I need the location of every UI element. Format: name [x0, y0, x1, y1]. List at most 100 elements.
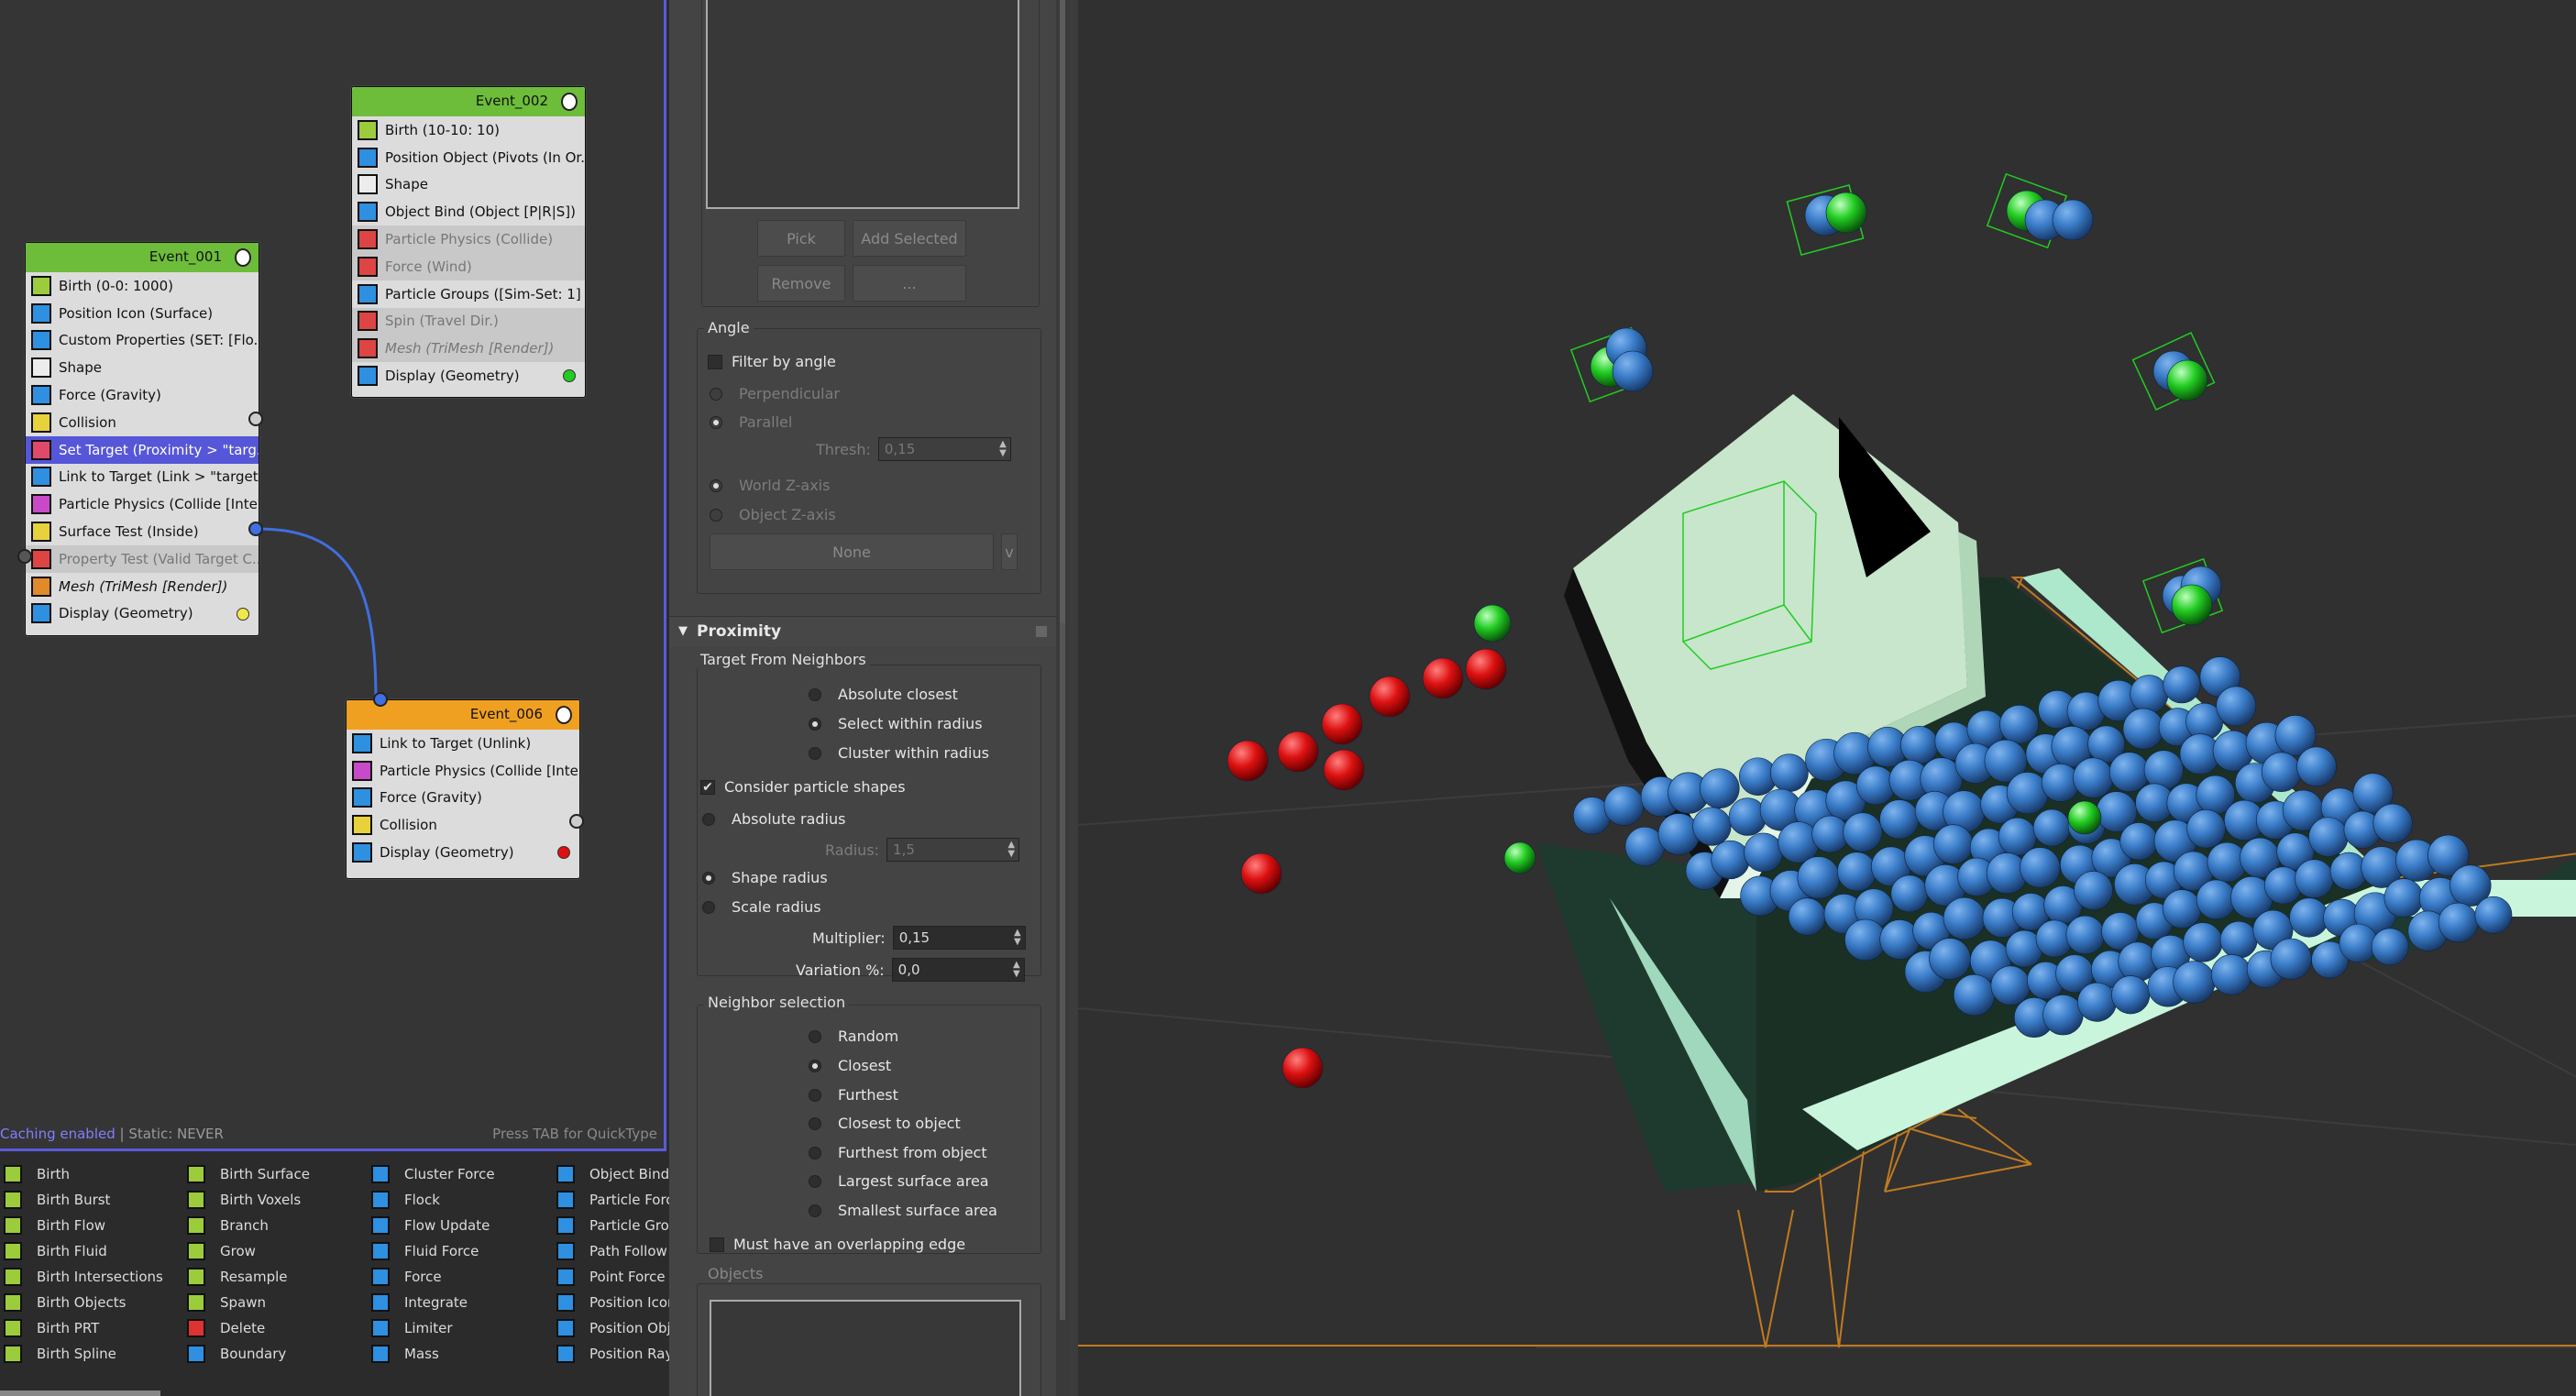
- event-001-node[interactable]: Event_001 Birth (0-0: 1000) Position Ico…: [17, 242, 263, 636]
- radius-spinner[interactable]: Radius: 1,5 ▲ ▼: [825, 838, 1020, 862]
- remove-button[interactable]: Remove: [757, 265, 845, 302]
- pick-button[interactable]: Pick: [757, 220, 845, 257]
- depot-item[interactable]: Cluster Force: [371, 1161, 495, 1187]
- particle-flow-graph[interactable]: Event_002 Birth (10-10: 10) Position Obj…: [0, 0, 666, 1151]
- depot-item[interactable]: Flock: [371, 1187, 495, 1213]
- operator-row[interactable]: Particle Groups ([Sim-Set: 1] ...: [352, 280, 585, 308]
- depot-item[interactable]: Birth Spline: [4, 1341, 163, 1367]
- scroll-thumb[interactable]: [1060, 623, 1065, 1320]
- event-002-node[interactable]: Event_002 Birth (10-10: 10) Position Obj…: [351, 86, 586, 398]
- scroll-thumb[interactable]: [1060, 0, 1065, 632]
- operator-row[interactable]: Display (Geometry): [26, 600, 259, 628]
- operator-row[interactable]: Force (Gravity): [347, 785, 579, 812]
- display-color-swatch[interactable]: [557, 846, 570, 860]
- depot-item[interactable]: Position Ray: [556, 1341, 669, 1367]
- depot-item[interactable]: Fluid Force: [371, 1238, 495, 1264]
- depot-item[interactable]: Object Bind: [556, 1161, 669, 1187]
- caching-status[interactable]: Caching enabled: [0, 1126, 116, 1142]
- panel-scrollbar[interactable]: [1056, 0, 1069, 1396]
- operator-row[interactable]: Position Object (Pivots (In Or...: [352, 144, 585, 171]
- operator-row[interactable]: Collision: [347, 811, 579, 839]
- thresh-field[interactable]: 0,15 ▲ ▼: [877, 437, 1011, 461]
- depot-item[interactable]: Mass: [371, 1341, 495, 1367]
- operator-row[interactable]: Spin (Travel Dir.): [352, 307, 585, 335]
- depot-item[interactable]: Force: [371, 1264, 495, 1290]
- spinner-arrows-icon[interactable]: ▲ ▼: [1014, 929, 1021, 947]
- operator-row[interactable]: Link to Target (Link > "target"): [26, 464, 259, 491]
- depot-item[interactable]: Path Follow: [556, 1238, 669, 1264]
- depot-item[interactable]: Branch: [187, 1213, 310, 1238]
- object-list[interactable]: [706, 0, 1019, 209]
- smallest-surface-area-radio[interactable]: Smallest surface area: [809, 1202, 997, 1219]
- radius-field[interactable]: 1,5 ▲ ▼: [886, 838, 1020, 862]
- pin-icon[interactable]: [1036, 626, 1047, 637]
- operator-row[interactable]: Display (Geometry): [347, 839, 579, 866]
- operator-row[interactable]: Collision: [26, 409, 259, 436]
- depot-scrollbar[interactable]: [0, 1391, 160, 1396]
- operator-row[interactable]: Custom Properties (SET: [Flo...: [26, 327, 259, 355]
- operator-row[interactable]: Birth (0-0: 1000): [26, 272, 259, 300]
- operator-row[interactable]: Particle Physics (Collide): [352, 225, 585, 253]
- depot-item[interactable]: Point Force: [556, 1264, 669, 1290]
- depot-item[interactable]: Boundary: [187, 1341, 310, 1367]
- operator-row[interactable]: Mesh (TriMesh [Render]): [26, 573, 259, 600]
- bulb-icon[interactable]: [561, 93, 578, 111]
- furthest-radio[interactable]: Furthest: [809, 1086, 898, 1104]
- filter-by-angle-checkbox[interactable]: Filter by angle: [708, 353, 836, 370]
- depot-item[interactable]: Birth Objects: [4, 1290, 163, 1315]
- bulb-icon[interactable]: [556, 706, 572, 724]
- input-port[interactable]: [17, 549, 32, 564]
- spinner-arrows-icon[interactable]: ▲ ▼: [1013, 961, 1020, 979]
- depot-item[interactable]: Birth Surface: [187, 1161, 310, 1187]
- depot-item[interactable]: Birth PRT: [4, 1315, 163, 1341]
- operator-row[interactable]: Property Test (Valid Target C...: [26, 544, 259, 573]
- operator-row[interactable]: Object Bind (Object [P|R|S]): [352, 198, 585, 225]
- operator-row[interactable]: Link to Target (Unlink): [347, 730, 579, 757]
- spinner-arrows-icon[interactable]: ▲ ▼: [1007, 841, 1015, 859]
- variation-field[interactable]: 0,0 ▲ ▼: [891, 958, 1025, 982]
- none-button[interactable]: None: [710, 533, 994, 570]
- absolute-radius-radio[interactable]: Absolute radius: [702, 810, 845, 828]
- perpendicular-radio[interactable]: Perpendicular: [710, 385, 840, 402]
- depot-item[interactable]: Birth Flow: [4, 1213, 163, 1238]
- display-color-swatch[interactable]: [563, 369, 576, 383]
- furthest-from-object-radio[interactable]: Furthest from object: [809, 1144, 987, 1161]
- operator-row[interactable]: Shape: [26, 354, 259, 381]
- operator-row[interactable]: Shape: [352, 171, 585, 199]
- depot-item[interactable]: Birth Voxels: [187, 1187, 310, 1213]
- input-port[interactable]: [373, 692, 388, 707]
- object-list[interactable]: [710, 1300, 1021, 1396]
- output-port[interactable]: [248, 412, 263, 426]
- operator-row[interactable]: Force (Gravity): [26, 381, 259, 409]
- largest-surface-area-radio[interactable]: Largest surface area: [809, 1172, 989, 1190]
- bulb-icon[interactable]: [235, 248, 251, 267]
- object-z-radio[interactable]: Object Z-axis: [710, 506, 836, 523]
- operator-row[interactable]: Particle Physics (Collide [Inte...: [26, 490, 259, 518]
- depot-item[interactable]: Position Icon: [556, 1290, 669, 1315]
- event-001-header[interactable]: Event_001: [26, 243, 259, 272]
- cluster-within-radius-radio[interactable]: Cluster within radius: [809, 744, 989, 762]
- depot-item[interactable]: Particle Grou: [556, 1213, 669, 1238]
- multiplier-field[interactable]: 0,15 ▲ ▼: [892, 926, 1026, 950]
- random-radio[interactable]: Random: [809, 1028, 898, 1045]
- variation-spinner[interactable]: Variation %: 0,0 ▲ ▼: [796, 958, 1025, 982]
- event-006-node[interactable]: Event_006 Link to Target (Unlink) Partic…: [346, 692, 584, 879]
- depot-item[interactable]: Birth Fluid: [4, 1238, 163, 1264]
- world-z-radio[interactable]: World Z-axis: [710, 477, 830, 494]
- output-port[interactable]: [569, 814, 584, 829]
- operator-row[interactable]: Display (Geometry): [352, 362, 585, 390]
- depot-item[interactable]: Birth Intersections: [4, 1264, 163, 1290]
- overlapping-edge-checkbox[interactable]: Must have an overlapping edge: [710, 1236, 965, 1253]
- operator-row[interactable]: Force (Wind): [352, 252, 585, 280]
- depot-item[interactable]: Position Obj: [556, 1315, 669, 1341]
- closest-to-object-radio[interactable]: Closest to object: [809, 1115, 961, 1132]
- select-within-radius-radio[interactable]: Select within radius: [809, 715, 983, 732]
- operator-row[interactable]: Birth (10-10: 10): [352, 116, 585, 144]
- dropdown-button[interactable]: v: [1001, 533, 1018, 570]
- proximity-rollout-header[interactable]: ▼ Proximity: [669, 616, 1056, 647]
- spinner-arrows-icon[interactable]: ▲ ▼: [999, 440, 1007, 458]
- depot-item[interactable]: Limiter: [371, 1315, 495, 1341]
- shape-radius-radio[interactable]: Shape radius: [702, 869, 828, 886]
- event-002-header[interactable]: Event_002: [352, 87, 585, 116]
- parallel-radio[interactable]: Parallel: [710, 413, 792, 431]
